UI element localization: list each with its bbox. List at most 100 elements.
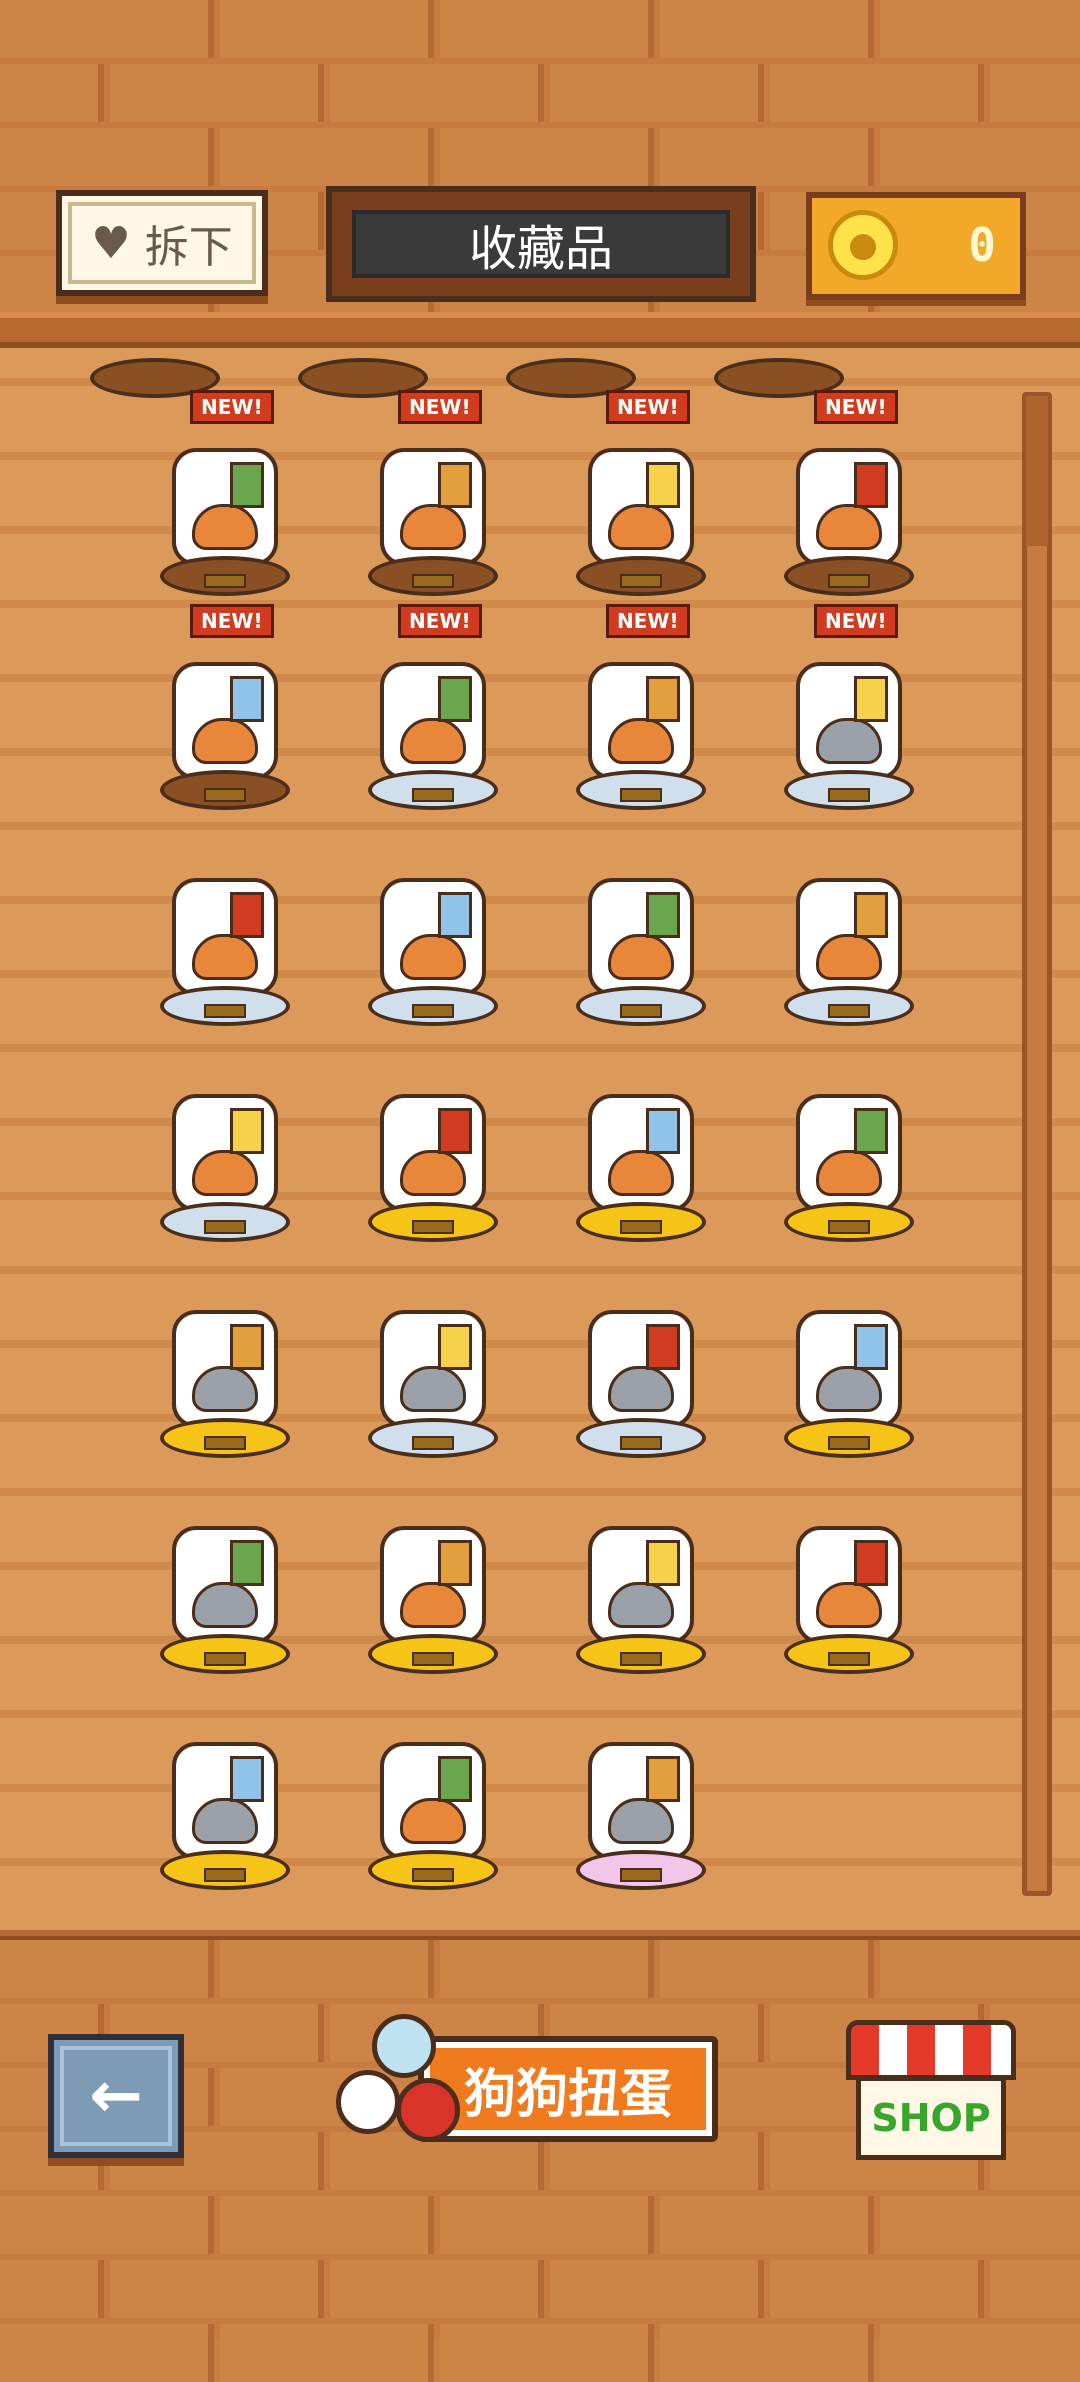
figurine (588, 1310, 694, 1428)
figurine (588, 1526, 694, 1644)
name-plate (412, 1652, 454, 1666)
dog-figure-icon (816, 504, 882, 550)
dog-figure-icon (608, 1366, 674, 1412)
dog-figure-icon (192, 1582, 258, 1628)
prop-icon (438, 676, 472, 722)
collection-item-dog-on-sofa[interactable]: NEW! (358, 604, 508, 810)
collection-item-tv-cabinet[interactable]: NEW! (774, 604, 924, 810)
collection-item-tea-set-dog[interactable] (774, 1042, 924, 1242)
dog-figure-icon (192, 1366, 258, 1412)
prop-icon (230, 1540, 264, 1586)
dog-figure-icon (608, 1798, 674, 1844)
prop-icon (438, 892, 472, 938)
prop-icon (854, 462, 888, 508)
header-ledge (0, 312, 1080, 348)
figurine (588, 1742, 694, 1860)
name-plate (620, 574, 662, 588)
collection-item-bathtub-dogs[interactable] (358, 1474, 508, 1674)
collection-item-wardrobe[interactable]: NEW! (358, 390, 508, 596)
figurine (172, 662, 278, 780)
collection-item-dog-at-table[interactable] (358, 1042, 508, 1242)
new-badge: NEW! (398, 604, 482, 638)
dog-figure-icon (400, 934, 466, 980)
dog-figure-icon (608, 718, 674, 764)
name-plate (204, 1868, 246, 1882)
collection-item-computer-monitor[interactable]: NEW! (566, 604, 716, 810)
dog-figure-icon (192, 1150, 258, 1196)
name-plate (828, 1220, 870, 1234)
collection-item-arched-door[interactable] (566, 1042, 716, 1242)
collection-item-dog-with-skewer[interactable] (150, 1042, 300, 1242)
figurine (380, 1094, 486, 1212)
figurine (588, 1094, 694, 1212)
collection-item-dog-with-hat[interactable]: NEW! (774, 390, 924, 596)
collection-item-sleeping-dog[interactable]: NEW! (566, 390, 716, 596)
collection-item-blue-capsule-dog[interactable] (150, 1474, 300, 1674)
name-plate (620, 1652, 662, 1666)
dog-figure-icon (400, 1798, 466, 1844)
page-title: 收藏品 (468, 221, 613, 277)
collection-item-fireplace[interactable] (774, 1258, 924, 1458)
collection-item-dog-with-mirror[interactable] (358, 1690, 508, 1890)
collection-item-parachute-dog-orange[interactable] (774, 1474, 924, 1674)
capsule-icon-top (372, 2014, 436, 2078)
collection-item-boy-with-dog[interactable] (566, 826, 716, 1026)
figurine (380, 448, 486, 566)
name-plate (204, 1004, 246, 1018)
paw-coin-icon: ● (828, 210, 898, 280)
collection-item-dog-on-cushion[interactable] (358, 826, 508, 1026)
dog-figure-icon (608, 934, 674, 980)
prop-icon (230, 1108, 264, 1154)
shop-button[interactable]: SHOP (846, 2020, 1016, 2166)
name-plate (412, 1436, 454, 1450)
dog-gacha-button[interactable]: 狗狗扭蛋 (318, 2014, 724, 2154)
back-button[interactable]: ← (48, 2034, 184, 2158)
collection-item-round-window[interactable] (358, 1258, 508, 1458)
page-title-box: 收藏品 (326, 186, 756, 302)
collection-item-dog-with-plant[interactable]: NEW! (150, 390, 300, 596)
new-badge: NEW! (814, 604, 898, 638)
collection-item-dog-on-blue-bed[interactable] (566, 1258, 716, 1458)
coin-count: 0 (968, 218, 996, 272)
name-plate (828, 1004, 870, 1018)
collection-item-person-with-dogs[interactable] (566, 1690, 716, 1890)
prop-icon (438, 1324, 472, 1370)
prop-icon (438, 462, 472, 508)
collection-item-dog-with-flowerbed[interactable] (150, 826, 300, 1026)
dog-figure-icon (816, 934, 882, 980)
name-plate (204, 1220, 246, 1234)
figurine (172, 1526, 278, 1644)
collection-item-dining-table[interactable] (774, 826, 924, 1026)
scrollbar-thumb[interactable] (1026, 396, 1048, 546)
figurine (172, 448, 278, 566)
prop-icon (230, 462, 264, 508)
figurine (172, 878, 278, 996)
name-plate (828, 1436, 870, 1450)
dog-figure-icon (816, 718, 882, 764)
name-plate (620, 1436, 662, 1450)
figurine (796, 448, 902, 566)
collection-shelf[interactable]: NEW! NEW! NEW! NEW! NEW! NEW! NEW! NEW! (0, 348, 1080, 1938)
scrollbar-track[interactable] (1022, 392, 1052, 1896)
collection-item-red-capsule-dog[interactable] (150, 1258, 300, 1458)
prop-icon (646, 1540, 680, 1586)
dog-figure-icon (400, 718, 466, 764)
prop-icon (646, 1324, 680, 1370)
coin-counter: ● 0 (806, 192, 1026, 300)
collection-item-dog-with-beanie[interactable] (566, 1474, 716, 1674)
prop-icon (854, 1108, 888, 1154)
prop-icon (230, 892, 264, 938)
gacha-label: 狗狗扭蛋 (463, 2064, 672, 2125)
new-badge: NEW! (398, 390, 482, 424)
dog-figure-icon (192, 934, 258, 980)
figurine (588, 878, 694, 996)
figurine (172, 1310, 278, 1428)
collection-item-dog-with-laptop[interactable]: NEW! (150, 604, 300, 810)
new-badge: NEW! (190, 390, 274, 424)
dog-figure-icon (816, 1366, 882, 1412)
shop-awning-icon (846, 2020, 1016, 2080)
prop-icon (854, 676, 888, 722)
collection-item-parachute-dog-grey[interactable] (150, 1690, 300, 1890)
dog-figure-icon (192, 718, 258, 764)
unequip-button[interactable]: ♥ 拆下 (56, 190, 268, 296)
